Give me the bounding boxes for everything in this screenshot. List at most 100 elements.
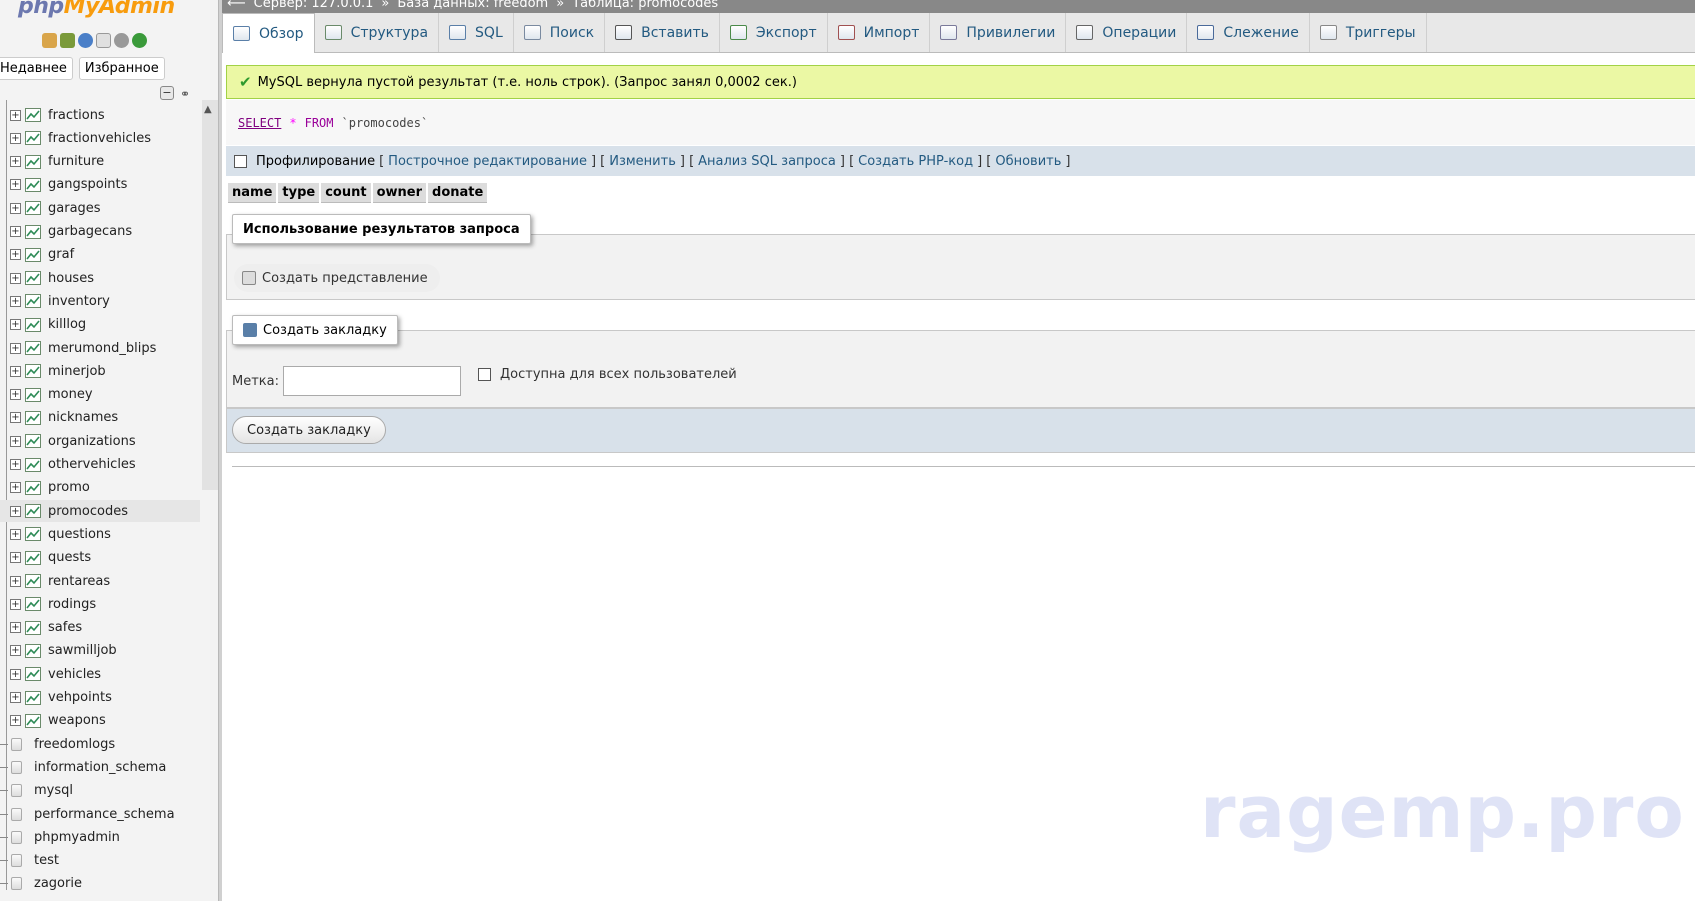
sidebar-table-quests[interactable]: + quests	[0, 547, 200, 569]
expand-plus-icon[interactable]: +	[10, 319, 21, 331]
column-header-donate[interactable]: donate	[428, 183, 488, 203]
database-icon[interactable]	[11, 737, 22, 751]
sidebar-table-furniture[interactable]: + furniture	[0, 151, 200, 173]
sidebar-table-questions[interactable]: + questions	[0, 523, 200, 545]
expand-plus-icon[interactable]: +	[10, 412, 21, 424]
sidebar-table-label[interactable]: minerjob	[48, 364, 106, 379]
table-icon[interactable]	[25, 667, 41, 682]
documentation-icon[interactable]	[96, 33, 111, 48]
help-icon[interactable]	[78, 33, 93, 48]
column-header-name[interactable]: name	[228, 183, 277, 203]
expand-plus-icon[interactable]: +	[10, 179, 21, 191]
table-icon[interactable]	[25, 550, 41, 565]
sidebar-table-label[interactable]: garbagecans	[48, 224, 132, 239]
sidebar-table-label[interactable]: fractions	[48, 108, 105, 123]
table-icon[interactable]	[25, 527, 41, 542]
sidebar-table-label[interactable]: vehpoints	[48, 690, 112, 705]
tab-structure[interactable]: Структура	[315, 13, 440, 52]
sidebar-table-label[interactable]: furniture	[48, 154, 104, 169]
table-icon[interactable]	[25, 247, 41, 262]
sidebar-resize-handle[interactable]	[218, 0, 222, 901]
sidebar-table-label[interactable]: questions	[48, 527, 111, 542]
breadcrumb-database[interactable]: База данных: freedom	[397, 0, 548, 11]
profiling-checkbox[interactable]	[234, 154, 247, 168]
tab-tracking[interactable]: Слежение	[1187, 13, 1310, 52]
expand-plus-icon[interactable]: +	[10, 132, 21, 144]
expand-plus-icon[interactable]: +	[10, 295, 21, 307]
sidebar-table-sawmilljob[interactable]: + sawmilljob	[0, 640, 200, 662]
phpmyadmin-logo[interactable]: phpMyAdmin	[18, 0, 175, 19]
expand-plus-icon[interactable]: +	[10, 272, 21, 284]
sidebar-table-garbagecans[interactable]: + garbagecans	[0, 221, 200, 243]
table-icon[interactable]	[25, 597, 41, 612]
tab-import[interactable]: Импорт	[828, 13, 931, 52]
sidebar-table-label[interactable]: money	[48, 387, 93, 402]
database-icon[interactable]	[11, 784, 22, 798]
sidebar-table-label[interactable]: rentareas	[48, 574, 110, 589]
table-icon[interactable]	[25, 294, 41, 309]
expand-plus-icon[interactable]: +	[10, 598, 21, 610]
table-icon[interactable]	[25, 387, 41, 402]
sidebar-table-promocodes[interactable]: + promocodes	[0, 500, 200, 523]
sidebar-table-label[interactable]: vehicles	[48, 667, 101, 682]
tab-search[interactable]: Поиск	[514, 13, 606, 52]
sidebar-table-money[interactable]: + money	[0, 384, 200, 406]
expand-plus-icon[interactable]: +	[10, 552, 21, 564]
sidebar-database-label[interactable]: freedomlogs	[34, 737, 115, 752]
sidebar-database-information_schema[interactable]: information_schema	[0, 756, 166, 778]
table-icon[interactable]	[25, 154, 41, 169]
public-bookmark-checkbox[interactable]	[478, 368, 491, 381]
refresh-link[interactable]: Обновить	[995, 154, 1061, 169]
sidebar-table-label[interactable]: weapons	[48, 713, 106, 728]
favorites-tab[interactable]: Избранное	[78, 57, 165, 80]
sidebar-table-label[interactable]: garages	[48, 201, 101, 216]
sidebar-table-organizations[interactable]: + organizations	[0, 430, 200, 452]
tab-browse[interactable]: Обзор	[222, 13, 315, 53]
column-header-type[interactable]: type	[278, 183, 320, 203]
table-icon[interactable]	[25, 457, 41, 472]
sidebar-table-othervehicles[interactable]: + othervehicles	[0, 454, 200, 476]
sidebar-table-fractionvehicles[interactable]: + fractionvehicles	[0, 127, 200, 149]
sidebar-table-graf[interactable]: + graf	[0, 244, 200, 266]
sidebar-table-label[interactable]: rodings	[48, 597, 96, 612]
sidebar-database-label[interactable]: test	[34, 853, 59, 868]
sidebar-table-label[interactable]: sawmilljob	[48, 643, 117, 658]
table-icon[interactable]	[25, 108, 41, 122]
sidebar-table-safes[interactable]: + safes	[0, 617, 200, 639]
table-icon[interactable]	[25, 480, 41, 495]
expand-plus-icon[interactable]: +	[10, 482, 21, 494]
expand-plus-icon[interactable]: +	[10, 365, 21, 377]
expand-plus-icon[interactable]: +	[10, 505, 21, 517]
breadcrumb-table[interactable]: Таблица: promocodes	[572, 0, 718, 11]
column-header-owner[interactable]: owner	[372, 183, 427, 203]
expand-plus-icon[interactable]: +	[10, 435, 21, 447]
sidebar-table-rodings[interactable]: + rodings	[0, 593, 200, 615]
bookmark-label-input[interactable]	[283, 366, 461, 396]
expand-plus-icon[interactable]: +	[10, 202, 21, 214]
sidebar-table-vehicles[interactable]: + vehicles	[0, 663, 200, 685]
column-header-count[interactable]: count	[321, 183, 371, 203]
sidebar-table-label[interactable]: safes	[48, 620, 82, 635]
sidebar-table-label[interactable]: nicknames	[48, 410, 118, 425]
create-view-button[interactable]: Создать представление	[234, 264, 440, 292]
sidebar-database-zagorie[interactable]: zagorie	[0, 873, 82, 895]
sidebar-table-inventory[interactable]: + inventory	[0, 290, 200, 312]
table-icon[interactable]	[25, 504, 41, 519]
expand-plus-icon[interactable]: +	[10, 226, 21, 237]
expand-plus-icon[interactable]: +	[10, 668, 21, 680]
edit-query-link[interactable]: Изменить	[609, 154, 676, 169]
sidebar-table-minerjob[interactable]: + minerjob	[0, 360, 200, 382]
sidebar-table-promo[interactable]: + promo	[0, 477, 200, 499]
tab-triggers[interactable]: Триггеры	[1310, 13, 1427, 52]
tab-privileges[interactable]: Привилегии	[930, 13, 1067, 52]
scroll-up-arrow-icon[interactable]: ▲	[204, 104, 212, 115]
table-icon[interactable]	[25, 341, 41, 355]
sidebar-table-label[interactable]: houses	[48, 271, 94, 286]
sidebar-table-label[interactable]: organizations	[48, 434, 136, 449]
database-icon[interactable]	[11, 760, 22, 774]
table-icon[interactable]	[25, 177, 41, 192]
sidebar-table-label[interactable]: promo	[48, 480, 90, 495]
sidebar-table-label[interactable]: gangspoints	[48, 177, 127, 192]
sidebar-table-fractions[interactable]: + fractions	[0, 104, 200, 126]
sidebar-table-label[interactable]: merumond_blips	[48, 341, 156, 356]
